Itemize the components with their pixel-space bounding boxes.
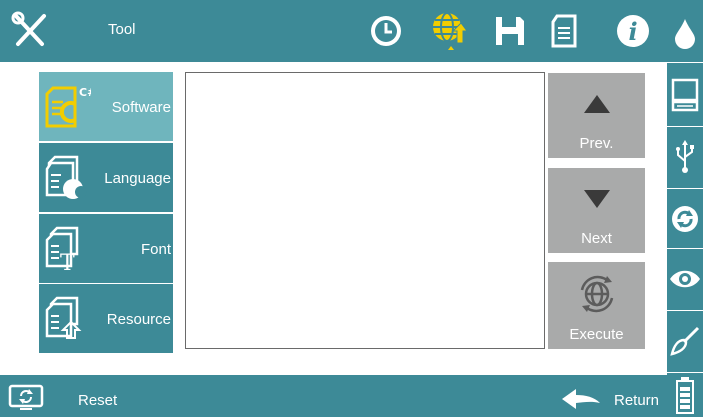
right-sidebar bbox=[667, 0, 703, 417]
prev-label: Prev. bbox=[579, 135, 614, 152]
battery-icon bbox=[676, 376, 694, 414]
globe-upload-icon bbox=[433, 12, 467, 50]
eye-icon bbox=[670, 270, 700, 288]
save-button[interactable] bbox=[491, 12, 529, 50]
clock-button[interactable] bbox=[367, 12, 405, 50]
svg-text:T: T bbox=[60, 251, 75, 272]
top-bar: Tool i bbox=[0, 0, 667, 62]
ink-drop-button[interactable] bbox=[667, 4, 703, 62]
next-button[interactable]: Next bbox=[548, 168, 645, 254]
menu-item-label: Resource bbox=[106, 311, 171, 328]
menu-item-label: Software bbox=[111, 99, 171, 116]
triangle-down-icon bbox=[583, 190, 610, 208]
document-button[interactable] bbox=[545, 12, 583, 50]
triangle-up-icon bbox=[583, 95, 610, 113]
menu-item-font[interactable]: T Font bbox=[39, 214, 173, 284]
svg-text:C#: C# bbox=[79, 86, 91, 99]
reset-button[interactable]: Reset bbox=[0, 375, 140, 417]
next-label: Next bbox=[581, 230, 612, 247]
save-icon bbox=[496, 17, 524, 45]
usb-button[interactable] bbox=[667, 128, 703, 186]
return-button[interactable]: Return bbox=[550, 375, 667, 417]
brush-button[interactable] bbox=[667, 312, 703, 370]
document-icon bbox=[551, 14, 577, 48]
battery-button[interactable] bbox=[667, 372, 703, 417]
usb-icon bbox=[676, 140, 694, 173]
menu-item-language[interactable]: Language bbox=[39, 143, 173, 213]
menu-item-label: Font bbox=[140, 241, 171, 258]
execute-label: Execute bbox=[569, 326, 624, 343]
return-arrow-icon bbox=[562, 389, 600, 409]
reset-label: Reset bbox=[78, 392, 118, 409]
font-file-icon: T bbox=[45, 226, 79, 272]
menu-item-label: Language bbox=[104, 170, 171, 187]
reset-icon bbox=[8, 384, 44, 410]
svg-text:i: i bbox=[628, 17, 637, 46]
main-content: C# Software Language T bbox=[0, 62, 667, 375]
bottom-bar: Reset Return bbox=[0, 375, 667, 417]
language-file-icon bbox=[45, 155, 87, 199]
monitor-icon bbox=[671, 78, 699, 112]
info-button[interactable]: i bbox=[614, 12, 652, 50]
brush-icon bbox=[670, 326, 700, 356]
menu-item-software[interactable]: C# Software bbox=[39, 72, 173, 142]
eye-button[interactable] bbox=[667, 250, 703, 308]
page-title: Tool bbox=[108, 21, 136, 38]
prev-button[interactable]: Prev. bbox=[548, 73, 645, 159]
return-label: Return bbox=[614, 392, 660, 409]
globe-refresh-icon bbox=[580, 275, 613, 313]
clock-icon bbox=[371, 16, 401, 46]
menu-item-resource[interactable]: Resource bbox=[39, 284, 173, 354]
output-textarea[interactable] bbox=[185, 72, 545, 349]
monitor-button[interactable] bbox=[667, 66, 703, 124]
refresh-icon bbox=[672, 206, 698, 232]
refresh-button[interactable] bbox=[667, 190, 703, 248]
info-icon: i bbox=[617, 15, 649, 47]
execute-button[interactable]: Execute bbox=[548, 262, 645, 350]
globe-upload-button[interactable] bbox=[430, 12, 468, 50]
resource-file-icon bbox=[45, 296, 82, 339]
software-file-icon: C# bbox=[45, 86, 91, 128]
ink-drop-icon bbox=[675, 19, 695, 49]
tools-icon[interactable] bbox=[10, 10, 50, 50]
